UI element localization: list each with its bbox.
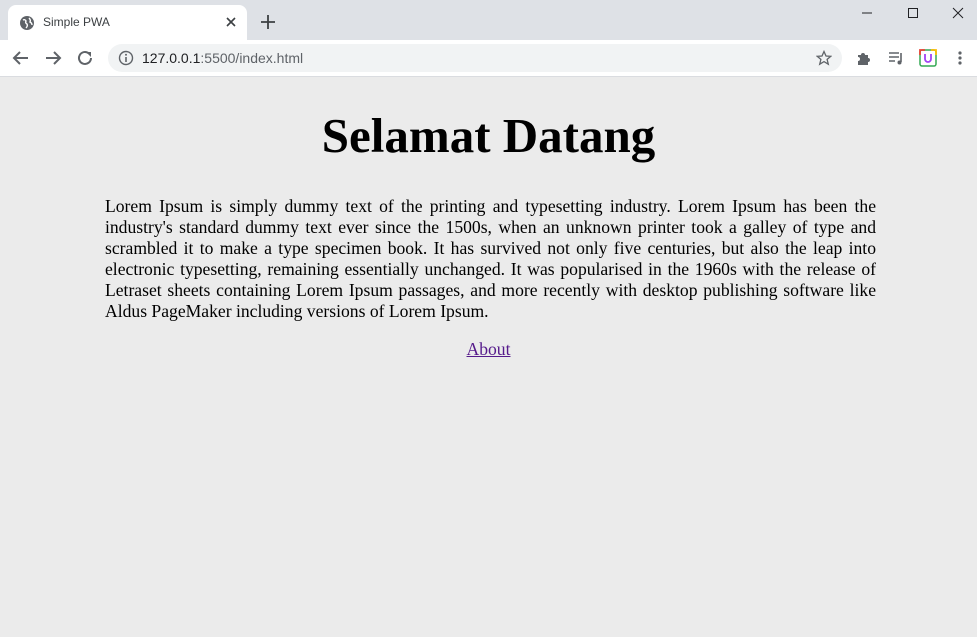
info-icon[interactable] (118, 50, 134, 66)
tab-close-icon[interactable] (223, 14, 239, 30)
back-arrow-icon (12, 51, 28, 65)
back-button[interactable] (11, 48, 31, 68)
extensions-icon (858, 53, 870, 65)
reload-icon (78, 50, 92, 65)
page-viewport: Selamat Datang Lorem Ipsum is simply dum… (0, 77, 977, 637)
page-title: Selamat Datang (321, 108, 656, 163)
reload-button[interactable] (75, 48, 95, 68)
browser-toolbar: 127.0.0.1:5500/index.html (0, 40, 977, 77)
new-tab-plus-icon[interactable] (259, 13, 277, 31)
extension-badge-icon (919, 49, 937, 67)
window-close-button[interactable] (935, 0, 977, 26)
tab-strip: Simple PWA (0, 0, 977, 40)
kebab-menu-icon (958, 51, 962, 65)
url-rest: :5500/index.html (200, 50, 304, 66)
forward-arrow-icon (46, 51, 62, 65)
star-icon[interactable] (816, 50, 832, 66)
intro-paragraph: Lorem Ipsum is simply dummy text of the … (105, 196, 876, 321)
minimize-button[interactable] (844, 0, 890, 26)
maximize-icon (908, 8, 918, 18)
url-text: 127.0.0.1:5500/index.html (142, 50, 303, 66)
close-icon (952, 7, 964, 19)
forward-button[interactable] (43, 48, 63, 68)
media-queue-icon (889, 52, 902, 65)
tab-title: Simple PWA (43, 15, 110, 29)
maximize-button[interactable] (890, 0, 936, 26)
browser-menu-button[interactable] (950, 48, 970, 68)
address-bar[interactable]: 127.0.0.1:5500/index.html (108, 44, 842, 72)
extension-badge-button[interactable] (918, 48, 938, 68)
minimize-icon (862, 12, 872, 14)
about-link-container: About (0, 339, 977, 360)
browser-tab[interactable]: Simple PWA (8, 5, 247, 40)
media-queue-button[interactable] (886, 48, 906, 68)
globe-icon (20, 16, 34, 30)
about-link[interactable]: About (467, 339, 511, 359)
extensions-button[interactable] (854, 48, 874, 68)
url-host: 127.0.0.1 (142, 50, 201, 66)
